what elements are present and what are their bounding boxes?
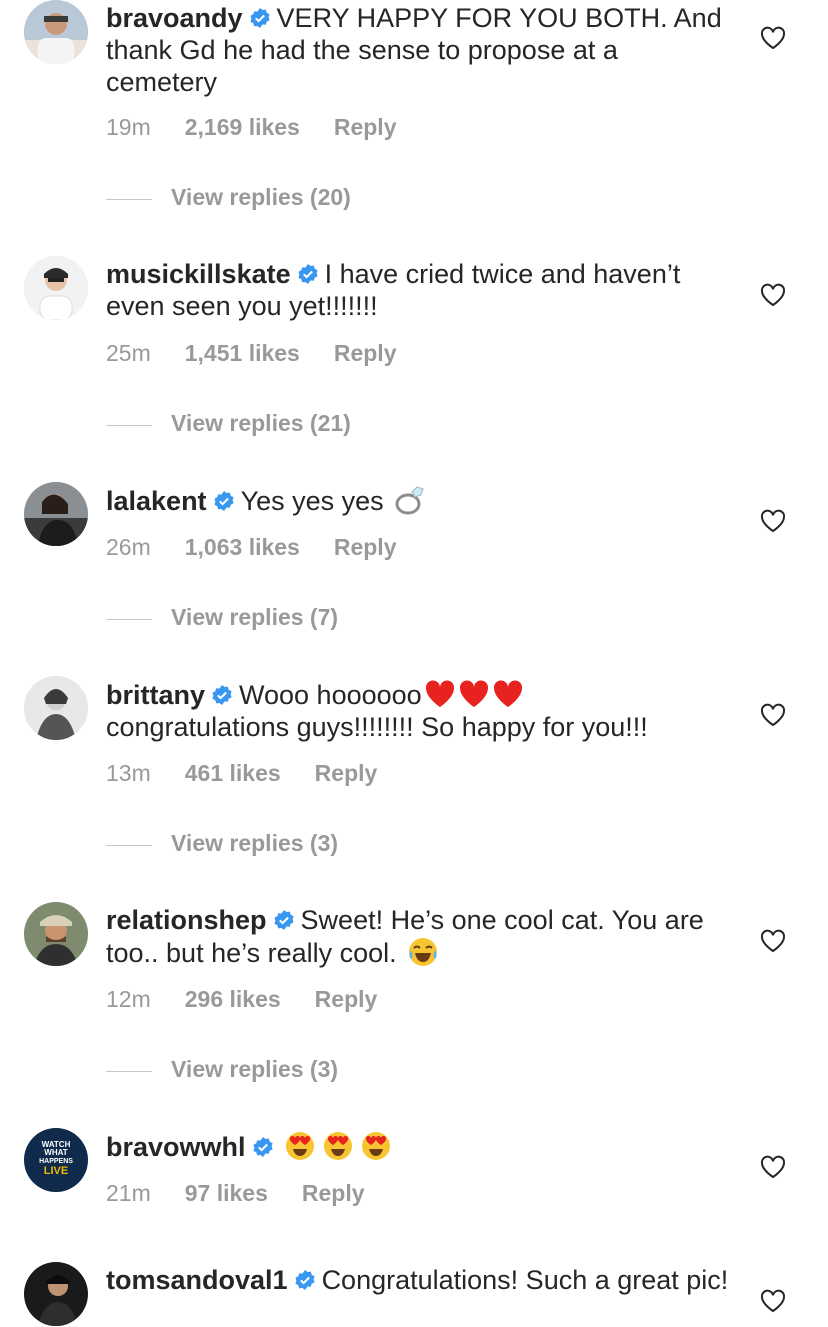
view-replies-button[interactable]: View replies (21) (106, 410, 506, 440)
comment-likes[interactable]: 296 likes (185, 986, 281, 1013)
comment-body: bravowwhl (106, 1130, 736, 1163)
verified-badge-icon (273, 909, 295, 931)
comment-meta: 26m 1,063 likes Reply (106, 534, 431, 561)
reply-button[interactable]: Reply (315, 760, 378, 787)
reply-button[interactable]: Reply (334, 534, 397, 561)
comment-likes[interactable]: 1,063 likes (185, 534, 300, 561)
comment-body: brittany Wooo hoooooo congratulations guys… (106, 678, 736, 743)
heart-outline-icon[interactable] (760, 26, 786, 50)
avatar-logo-line: LIVE (44, 1165, 68, 1177)
comment-text-continued: congratulations guys!!!!!!!! So happy fo… (106, 712, 648, 742)
comment-likes[interactable]: 1,451 likes (185, 340, 300, 367)
avatar-logo-line: WHAT (44, 1148, 68, 1157)
view-replies-label: View replies (20) (171, 184, 351, 210)
avatar[interactable]: WATCH WHAT HAPPENS LIVE (24, 1128, 88, 1192)
reply-button[interactable]: Reply (302, 1180, 365, 1207)
reply-button[interactable]: Reply (315, 986, 378, 1013)
view-replies-button[interactable]: View replies (20) (106, 184, 506, 214)
comment-username[interactable]: brittany (106, 680, 205, 710)
heart-eyes-emoji-icon (360, 1130, 392, 1162)
avatar[interactable] (24, 1262, 88, 1326)
avatar[interactable] (24, 256, 88, 320)
heart-outline-icon[interactable] (760, 1289, 786, 1313)
avatar[interactable] (24, 482, 88, 546)
comment-text: Yes yes yes (240, 486, 384, 516)
comment-body: tomsandoval1 Congratulations! Such a grea… (106, 1264, 736, 1296)
reply-button[interactable]: Reply (334, 340, 397, 367)
heart-outline-icon[interactable] (760, 283, 786, 307)
red-heart-emoji-icon (458, 678, 490, 710)
comment-likes[interactable]: 2,169 likes (185, 114, 300, 141)
verified-badge-icon (297, 263, 319, 285)
verified-badge-icon (294, 1269, 316, 1291)
verified-badge-icon (252, 1136, 274, 1158)
view-replies-button[interactable]: View replies (3) (106, 830, 506, 860)
comment-body: lalakent Yes yes yes (106, 484, 736, 517)
comment-time: 21m (106, 1180, 151, 1206)
heart-outline-icon[interactable] (760, 929, 786, 953)
comment-time: 13m (106, 760, 151, 786)
heart-eyes-emoji-icon (322, 1130, 354, 1162)
comment-username[interactable]: musickillskate (106, 259, 291, 289)
comment-meta: 13m 461 likes Reply (106, 760, 411, 787)
comment-text: Congratulations! Such a great pic! (321, 1265, 729, 1295)
view-replies-label: View replies (7) (171, 604, 339, 630)
divider (106, 1071, 152, 1072)
view-replies-label: View replies (3) (171, 830, 339, 856)
comment-username[interactable]: relationshep (106, 905, 267, 935)
comment-likes[interactable]: 461 likes (185, 760, 281, 787)
comment-body: musickillskate I have cried twice and hav… (106, 258, 736, 322)
avatar-logo-line: HAPPENS (39, 1158, 73, 1165)
divider (106, 425, 152, 426)
comment-meta: 25m 1,451 likes Reply (106, 340, 431, 367)
comment-text: Wooo hoooooo (239, 680, 422, 710)
view-replies-button[interactable]: View replies (7) (106, 604, 506, 634)
red-heart-emoji-icon (424, 678, 456, 710)
comment-time: 26m (106, 534, 151, 560)
comment-time: 12m (106, 986, 151, 1012)
heart-outline-icon[interactable] (760, 703, 786, 727)
comment-body: bravoandy VERY HAPPY FOR YOU BOTH. And th… (106, 2, 736, 98)
heart-outline-icon[interactable] (760, 1155, 786, 1179)
comment-username[interactable]: lalakent (106, 486, 207, 516)
comment-time: 25m (106, 340, 151, 366)
divider (106, 845, 152, 846)
view-replies-button[interactable]: View replies (3) (106, 1056, 506, 1086)
comment-username[interactable]: bravoandy (106, 3, 243, 33)
avatar[interactable] (24, 0, 88, 64)
comment-time: 19m (106, 114, 151, 140)
comment-meta: 19m 2,169 likes Reply (106, 114, 431, 141)
avatar[interactable] (24, 902, 88, 966)
comment-username[interactable]: bravowwhl (106, 1132, 246, 1162)
avatar[interactable] (24, 676, 88, 740)
red-heart-emoji-icon (492, 678, 524, 710)
view-replies-label: View replies (3) (171, 1056, 339, 1082)
comment-likes[interactable]: 97 likes (185, 1180, 268, 1207)
divider (106, 199, 152, 200)
reply-button[interactable]: Reply (334, 114, 397, 141)
verified-badge-icon (249, 7, 271, 29)
tears-of-joy-emoji-icon (407, 936, 439, 968)
verified-badge-icon (211, 684, 233, 706)
comment-meta: 12m 296 likes Reply (106, 986, 411, 1013)
divider (106, 619, 152, 620)
heart-outline-icon[interactable] (760, 509, 786, 533)
verified-badge-icon (213, 490, 235, 512)
comment-body: relationshep Sweet! He’s one cool cat. Yo… (106, 904, 736, 969)
heart-eyes-emoji-icon (284, 1130, 316, 1162)
ring-emoji-icon (394, 484, 426, 516)
comment-username[interactable]: tomsandoval1 (106, 1265, 288, 1295)
comment-meta: 21m 97 likes Reply (106, 1180, 399, 1207)
view-replies-label: View replies (21) (171, 410, 351, 436)
